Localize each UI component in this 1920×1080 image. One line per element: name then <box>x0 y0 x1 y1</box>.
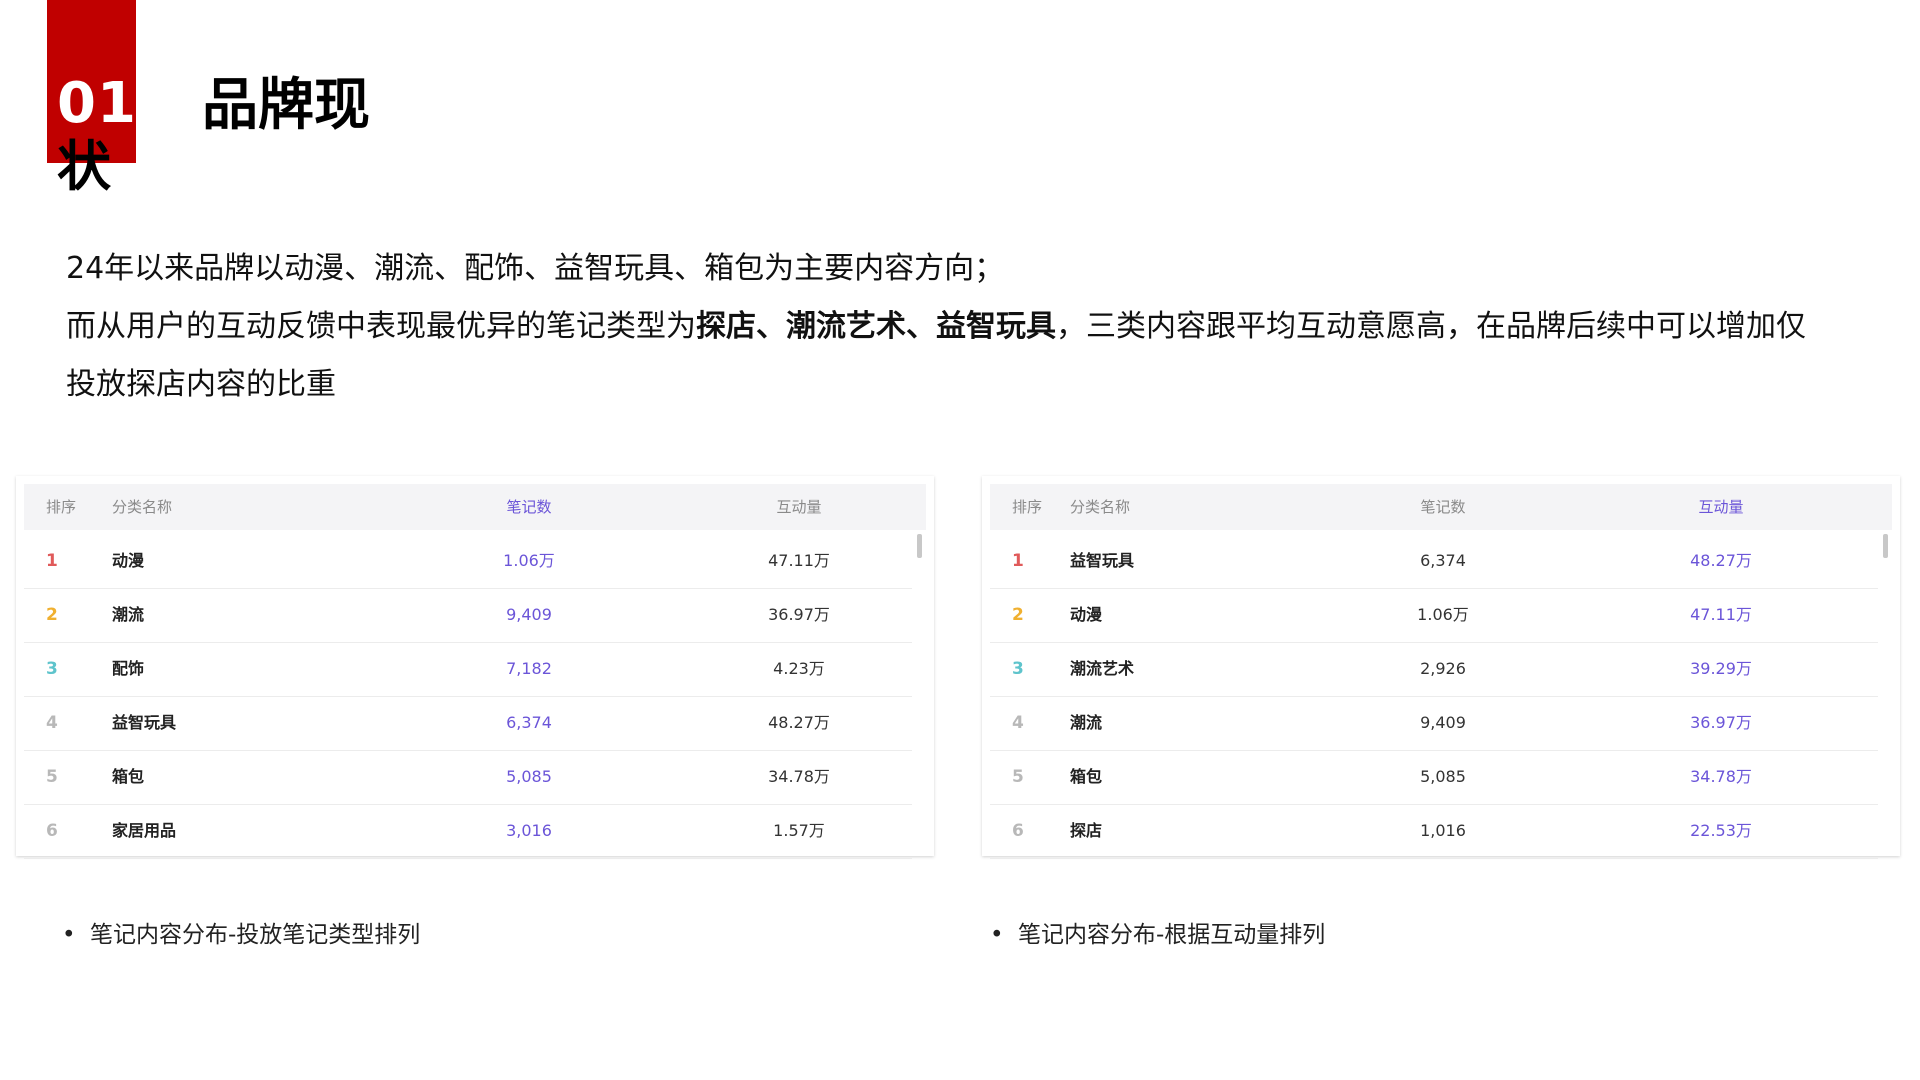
table-row[interactable]: 5 箱包 5,085 34.78万 <box>990 750 1878 805</box>
category-name: 潮流艺术 <box>1070 659 1135 678</box>
table-row[interactable]: 6 探店 1,016 22.53万 <box>990 804 1878 859</box>
notes-count: 5,085 <box>1420 767 1466 786</box>
caption-right-text: 笔记内容分布-根据互动量排列 <box>1018 922 1326 948</box>
table-row[interactable]: 2 动漫 1.06万 47.11万 <box>990 588 1878 643</box>
section-title: 品牌现 <box>202 73 370 138</box>
bullet-icon: • <box>990 922 1004 948</box>
interaction-count: 39.29万 <box>1690 659 1752 678</box>
table-by-notes: 排序 分类名称 笔记数 互动量 1 动漫 1.06万 47.11万 2 潮流 9,409 36.97万… <box>16 476 934 859</box>
rank-number: 1 <box>46 551 58 571</box>
table-row[interactable]: 1 动漫 1.06万 47.11万 <box>24 534 912 589</box>
rank-number: 2 <box>46 605 58 625</box>
interaction-count: 34.78万 <box>768 767 830 786</box>
category-name: 潮流 <box>112 605 145 624</box>
table-row[interactable]: 2 潮流 9,409 36.97万 <box>24 588 912 643</box>
summary-line-2: 而从用户的互动反馈中表现最优异的笔记类型为探店、潮流艺术、益智玩具，三类内容跟平… <box>66 298 1826 414</box>
interaction-count: 4.23万 <box>773 659 825 678</box>
rank-number: 5 <box>46 767 58 787</box>
interaction-count: 47.11万 <box>1690 605 1752 624</box>
notes-count: 5,085 <box>506 767 552 786</box>
category-name: 动漫 <box>1070 605 1103 624</box>
notes-count: 1,016 <box>1420 821 1466 840</box>
notes-count: 6,374 <box>1420 551 1466 570</box>
rank-number: 3 <box>1012 659 1024 679</box>
notes-count: 3,016 <box>506 821 552 840</box>
notes-count: 1.06万 <box>1417 605 1469 624</box>
table-row[interactable]: 4 益智玩具 6,374 48.27万 <box>24 696 912 751</box>
category-name: 箱包 <box>1070 767 1103 786</box>
rank-number: 6 <box>1012 821 1024 841</box>
caption-left: • 笔记内容分布-投放笔记类型排列 <box>62 918 420 952</box>
rank-number: 4 <box>46 713 58 733</box>
table-row[interactable]: 1 益智玩具 6,374 48.27万 <box>990 534 1878 589</box>
notes-count: 7,182 <box>506 659 552 678</box>
notes-count: 1.06万 <box>503 551 555 570</box>
rank-number: 2 <box>1012 605 1024 625</box>
table-row[interactable]: 3 潮流艺术 2,926 39.29万 <box>990 642 1878 697</box>
rank-number: 4 <box>1012 713 1024 733</box>
interaction-count: 36.97万 <box>768 605 830 624</box>
rank-number: 3 <box>46 659 58 679</box>
interaction-count: 48.27万 <box>1690 551 1752 570</box>
caption-right: • 笔记内容分布-根据互动量排列 <box>990 918 1325 952</box>
table-row[interactable]: 6 家居用品 3,016 1.57万 <box>24 804 912 859</box>
table-row[interactable]: 4 潮流 9,409 36.97万 <box>990 696 1878 751</box>
interaction-count: 47.11万 <box>768 551 830 570</box>
table-row[interactable]: 3 配饰 7,182 4.23万 <box>24 642 912 697</box>
table-header: 排序 分类名称 笔记数 互动量 <box>24 484 926 530</box>
bullet-icon: • <box>62 922 76 948</box>
category-name: 动漫 <box>112 551 145 570</box>
scrollbar-thumb[interactable] <box>1883 534 1888 558</box>
summary-highlight: 探店、潮流艺术、益智玩具 <box>696 309 1056 344</box>
column-header-rank[interactable]: 排序 <box>46 484 76 530</box>
summary-line-1: 24年以来品牌以动漫、潮流、配饰、益智玩具、箱包为主要内容方向； <box>66 251 1005 286</box>
notes-count: 6,374 <box>506 713 552 732</box>
rank-number: 1 <box>1012 551 1024 571</box>
interaction-count: 36.97万 <box>1690 713 1752 732</box>
column-header-interactions[interactable]: 互动量 <box>1661 484 1781 530</box>
column-header-name[interactable]: 分类名称 <box>1070 484 1130 530</box>
category-name: 探店 <box>1070 821 1103 840</box>
interaction-count: 34.78万 <box>1690 767 1752 786</box>
interaction-count: 48.27万 <box>768 713 830 732</box>
table-by-interactions: 排序 分类名称 笔记数 互动量 1 益智玩具 6,374 48.27万 2 动漫 1.06万 47.1… <box>982 476 1900 859</box>
column-header-rank[interactable]: 排序 <box>1012 484 1042 530</box>
category-name: 益智玩具 <box>1070 551 1135 570</box>
category-name: 配饰 <box>112 659 145 678</box>
column-header-notes[interactable]: 笔记数 <box>469 484 589 530</box>
interaction-count: 22.53万 <box>1690 821 1752 840</box>
column-header-notes[interactable]: 笔记数 <box>1383 484 1503 530</box>
summary-line-2-prefix: 而从用户的互动反馈中表现最优异的笔记类型为 <box>66 309 696 344</box>
table-row[interactable]: 5 箱包 5,085 34.78万 <box>24 750 912 805</box>
category-name: 箱包 <box>112 767 145 786</box>
category-name: 家居用品 <box>112 821 177 840</box>
table-header: 排序 分类名称 笔记数 互动量 <box>990 484 1892 530</box>
section-number: 01 <box>57 71 137 136</box>
notes-count: 9,409 <box>506 605 552 624</box>
rank-number: 5 <box>1012 767 1024 787</box>
summary-text: 24年以来品牌以动漫、潮流、配饰、益智玩具、箱包为主要内容方向； 而从用户的互动… <box>66 240 1826 414</box>
category-name: 潮流 <box>1070 713 1103 732</box>
interaction-count: 1.57万 <box>773 821 825 840</box>
category-name: 益智玩具 <box>112 713 177 732</box>
scrollbar-thumb[interactable] <box>917 534 922 558</box>
notes-count: 9,409 <box>1420 713 1466 732</box>
rank-number: 6 <box>46 821 58 841</box>
column-header-interactions[interactable]: 互动量 <box>739 484 859 530</box>
caption-left-text: 笔记内容分布-投放笔记类型排列 <box>90 922 421 948</box>
column-header-name[interactable]: 分类名称 <box>112 484 172 530</box>
notes-count: 2,926 <box>1420 659 1466 678</box>
section-title-wrap: 状 <box>57 135 111 198</box>
